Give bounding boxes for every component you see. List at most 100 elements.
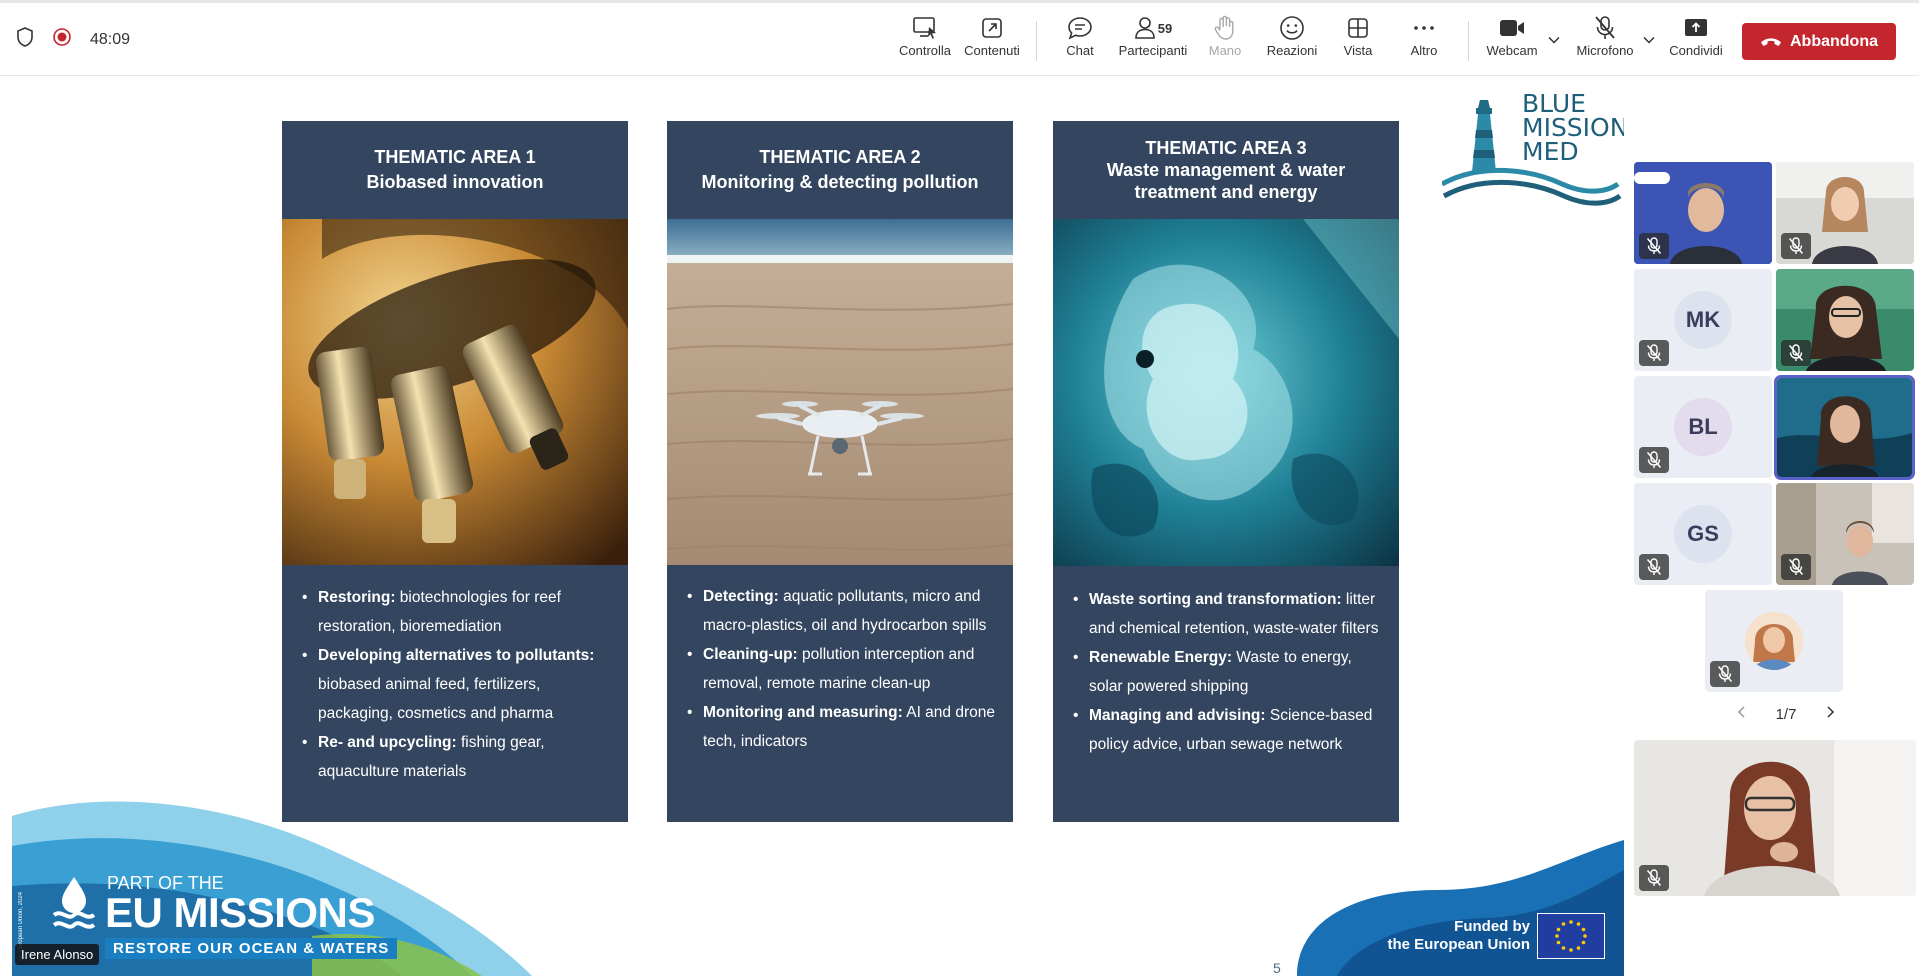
participant-tile[interactable] xyxy=(1776,162,1914,264)
mano-label: Mano xyxy=(1208,43,1242,58)
participant-tile[interactable]: GS xyxy=(1634,483,1772,585)
toolbar-separator xyxy=(1036,21,1037,61)
chat-icon xyxy=(1067,13,1093,43)
card-bullet-list: Detecting: aquatic pollutants, micro and… xyxy=(667,582,1013,756)
microscope-image xyxy=(282,219,628,565)
toolbar-separator xyxy=(1468,21,1469,61)
participant-tile[interactable]: BL xyxy=(1634,376,1772,478)
blue-mission-med-logo: BLUE MISSION MED xyxy=(1440,91,1624,208)
slide-page-number: 5 xyxy=(1273,960,1281,976)
list-item: Waste sorting and transformation: litter… xyxy=(1073,585,1383,643)
toolbar-left: 48:09 xyxy=(16,3,130,76)
card-title: THEMATIC AREA 2 xyxy=(759,147,921,167)
altro-button[interactable]: Altro xyxy=(1390,13,1458,69)
next-page-chevron-right-icon[interactable] xyxy=(1824,705,1836,723)
grid-view-icon xyxy=(1346,13,1370,43)
condividi-button[interactable]: Condividi xyxy=(1662,13,1730,69)
card-subtitle: Biobased innovation xyxy=(366,172,544,192)
item-heading: Developing alternatives to pollutants: xyxy=(318,647,595,664)
participant-tile[interactable] xyxy=(1776,269,1914,371)
microphone-options-chevron-down-icon[interactable] xyxy=(1642,33,1656,47)
previous-page-chevron-left-icon[interactable] xyxy=(1736,705,1748,723)
participant-tile[interactable]: MK xyxy=(1634,269,1772,371)
participant-video xyxy=(1777,378,1912,477)
funded-by-text: Funded by the European Union xyxy=(1370,918,1531,954)
list-item: Managing and advising: Science-based pol… xyxy=(1073,701,1383,759)
partecipanti-button[interactable]: 59 Partecipanti xyxy=(1116,13,1190,69)
share-screen-icon xyxy=(1683,13,1709,43)
list-item: Restoring: biotechnologies for reef rest… xyxy=(302,583,612,641)
webcam-label: Webcam xyxy=(1486,43,1538,58)
controlla-button[interactable]: Controlla xyxy=(891,13,959,69)
card-subtitle: Waste management & water treatment and e… xyxy=(1106,159,1346,202)
pager-label: 1/7 xyxy=(1775,705,1797,723)
funded-line: the European Union xyxy=(1387,936,1531,953)
remote-control-icon xyxy=(912,13,938,43)
item-heading: Re- and upcycling: xyxy=(318,734,457,751)
thematic-card-3: THEMATIC AREA 3 Waste management & water… xyxy=(1053,121,1399,822)
vista-button[interactable]: Vista xyxy=(1324,13,1392,69)
item-heading: Waste sorting and transformation: xyxy=(1089,591,1342,608)
logo-line: MED xyxy=(1522,137,1579,166)
card-bullet-list: Restoring: biotechnologies for reef rest… xyxy=(282,583,628,786)
participant-tile-active-speaker[interactable] xyxy=(1774,375,1915,480)
participants-pager: 1/7 xyxy=(1736,705,1836,723)
microphone-muted-icon xyxy=(1781,233,1811,259)
participants-count: 59 xyxy=(1157,20,1173,36)
list-item: Cleaning-up: pollution interception and … xyxy=(687,640,997,698)
participant-tile[interactable] xyxy=(1634,162,1772,264)
participant-tile[interactable] xyxy=(1776,483,1914,585)
item-heading: Monitoring and measuring: xyxy=(703,704,903,721)
avatar: GS xyxy=(1674,505,1732,563)
item-heading: Renewable Energy: xyxy=(1089,649,1232,666)
chat-button[interactable]: Chat xyxy=(1046,13,1114,69)
underwater-plastic-image xyxy=(1053,219,1399,566)
participant-tile[interactable] xyxy=(1705,590,1843,692)
reazioni-label: Reazioni xyxy=(1266,43,1318,58)
card-header: THEMATIC AREA 3 Waste management & water… xyxy=(1053,121,1399,218)
microfono-button[interactable]: Microfono xyxy=(1570,13,1640,69)
controlla-label: Controlla xyxy=(898,43,952,58)
condividi-label: Condividi xyxy=(1669,43,1723,58)
microphone-muted-icon xyxy=(1781,340,1811,366)
thematic-card-1: THEMATIC AREA 1 Biobased innovation • Re… xyxy=(282,121,628,822)
logo-text: BLUE MISSION MED xyxy=(1522,91,1624,166)
webcam-button[interactable]: Webcam xyxy=(1478,13,1546,69)
reazioni-button[interactable]: Reazioni xyxy=(1258,13,1326,69)
abbandona-button[interactable]: Abbandona xyxy=(1742,23,1896,60)
list-item: Re- and upcycling: fishing gear, aquacul… xyxy=(302,728,612,786)
mano-button[interactable]: Mano xyxy=(1191,13,1259,69)
microphone-muted-icon xyxy=(1639,865,1669,891)
microphone-muted-icon xyxy=(1639,233,1669,259)
smiley-icon xyxy=(1279,13,1305,43)
eu-flag-icon xyxy=(1537,913,1605,959)
list-item: Developing alternatives to pollutants: b… xyxy=(302,641,612,728)
contenuti-button[interactable]: Contenuti xyxy=(958,13,1026,69)
self-view-tile[interactable] xyxy=(1634,740,1916,896)
vista-label: Vista xyxy=(1343,43,1373,58)
card-bullet-list: Waste sorting and transformation: litter… xyxy=(1053,585,1399,759)
list-item: Renewable Energy: Waste to energy, solar… xyxy=(1073,643,1383,701)
participants-icon-wrap: 59 xyxy=(1134,13,1172,43)
thematic-card-2: THEMATIC AREA 2 Monitoring & detecting p… xyxy=(667,121,1013,822)
card-header: THEMATIC AREA 2 Monitoring & detecting p… xyxy=(667,121,1013,218)
meeting-toolbar: 48:09 Controlla Contenuti Chat 59 Partec… xyxy=(0,0,1919,76)
hang-up-phone-icon xyxy=(1761,37,1781,46)
item-heading: Detecting: xyxy=(703,588,779,605)
list-item: Detecting: aquatic pollutants, micro and… xyxy=(687,582,997,640)
card-subtitle: Monitoring & detecting pollution xyxy=(701,172,979,192)
webcam-options-chevron-down-icon[interactable] xyxy=(1547,33,1561,47)
microphone-muted-icon xyxy=(1710,661,1740,687)
share-content-icon xyxy=(980,13,1004,43)
list-item: Monitoring and measuring: AI and drone t… xyxy=(687,698,997,756)
raise-hand-icon xyxy=(1214,13,1236,43)
speaker-name-tag: Irene Alonso xyxy=(15,944,100,965)
video-camera-icon xyxy=(1498,13,1526,43)
chat-label: Chat xyxy=(1066,43,1094,58)
avatar xyxy=(1745,612,1803,670)
microphone-muted-icon xyxy=(1781,554,1811,580)
avatar: MK xyxy=(1674,291,1732,349)
avatar-photo xyxy=(1745,612,1803,670)
funded-line: Funded by xyxy=(1454,918,1530,935)
shield-icon[interactable] xyxy=(16,27,34,52)
